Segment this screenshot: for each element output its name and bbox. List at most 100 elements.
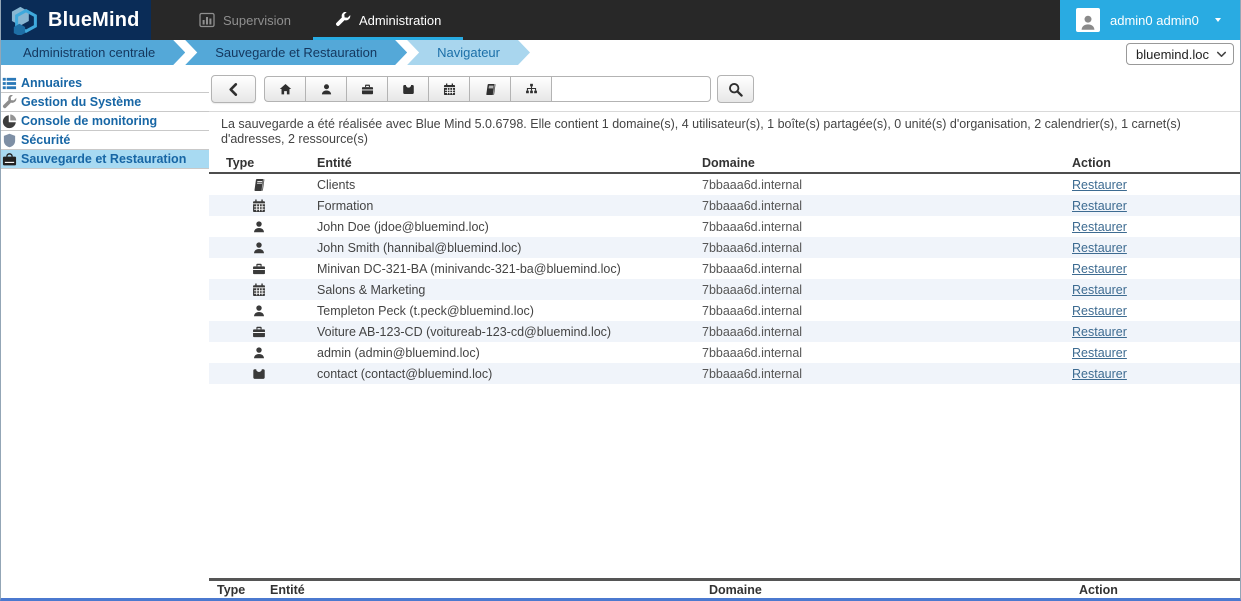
calendar-icon	[443, 83, 456, 96]
entity-cell: Templeton Peck (t.peck@bluemind.loc)	[309, 304, 694, 318]
domain-cell: 7bbaaa6d.internal	[694, 241, 1064, 255]
main-tabs: Supervision Administration	[177, 0, 463, 40]
breadcrumb-item-administration-centrale[interactable]: Administration centrale	[1, 40, 185, 65]
search-button[interactable]	[717, 75, 754, 103]
calendar-icon	[252, 283, 266, 297]
entity-cell: contact (contact@bluemind.loc)	[309, 367, 694, 381]
bar-chart-icon	[199, 12, 215, 28]
restore-link[interactable]: Restaurer	[1072, 241, 1127, 255]
user-icon	[252, 241, 266, 255]
back-button[interactable]	[211, 75, 256, 103]
sidebar-item-gestion-systeme[interactable]: Gestion du Système	[1, 93, 209, 112]
breadcrumb-item-navigateur[interactable]: Navigateur	[407, 40, 530, 65]
table-row: Minivan DC-321-BA (minivandc-321-ba@blue…	[209, 258, 1240, 279]
backup-info-message: La sauvegarde a été réalisée avec Blue M…	[209, 111, 1240, 153]
entity-cell: Minivan DC-321-BA (minivandc-321-ba@blue…	[309, 262, 694, 276]
breadcrumb: Administration centrale Sauvegarde et Re…	[1, 40, 1240, 65]
bluemind-admin-window: BlueMind Supervision Administration admi…	[0, 0, 1241, 601]
tab-label: Supervision	[223, 13, 291, 28]
user-icon	[252, 346, 266, 360]
browser-toolbar	[211, 75, 1240, 103]
restore-link[interactable]: Restaurer	[1072, 283, 1127, 297]
restore-link[interactable]: Restaurer	[1072, 199, 1127, 213]
restore-link[interactable]: Restaurer	[1072, 304, 1127, 318]
table-row: Templeton Peck (t.peck@bluemind.loc) 7bb…	[209, 300, 1240, 321]
domain-select-value: bluemind.loc	[1136, 47, 1209, 62]
domain-cell: 7bbaaa6d.internal	[694, 304, 1064, 318]
column-header-action: Action	[1071, 583, 1240, 597]
filter-domain-button[interactable]	[264, 76, 305, 102]
filter-calendar-button[interactable]	[428, 76, 469, 102]
column-header-type: Type	[209, 156, 309, 170]
chevron-left-icon	[226, 82, 241, 97]
domain-cell: 7bbaaa6d.internal	[694, 325, 1064, 339]
addressbook-icon	[252, 178, 266, 192]
entity-cell: Clients	[309, 178, 694, 192]
calendar-icon	[252, 199, 266, 213]
sidebar-item-sauvegarde-restauration[interactable]: Sauvegarde et Restauration	[1, 150, 209, 169]
domain-cell: 7bbaaa6d.internal	[694, 262, 1064, 276]
sidebar-item-label: Gestion du Système	[21, 95, 141, 109]
sidebar-item-label: Sauvegarde et Restauration	[21, 152, 186, 166]
column-header-domaine: Domaine	[694, 156, 1064, 170]
filter-resource-button[interactable]	[346, 76, 387, 102]
filter-mailshare-button[interactable]	[387, 76, 428, 102]
restore-link[interactable]: Restaurer	[1072, 178, 1127, 192]
entity-type-filter-group	[264, 76, 551, 102]
entity-cell: John Smith (hannibal@bluemind.loc)	[309, 241, 694, 255]
admin-sidebar: Annuaires Gestion du Système Console de …	[1, 65, 209, 598]
table-row: contact (contact@bluemind.loc) 7bbaaa6d.…	[209, 363, 1240, 384]
tab-supervision[interactable]: Supervision	[177, 0, 313, 40]
orgunit-icon	[525, 83, 538, 96]
sidebar-item-annuaires[interactable]: Annuaires	[1, 74, 209, 93]
table-row: Voiture AB-123-CD (voitureab-123-cd@blue…	[209, 321, 1240, 342]
domain-cell: 7bbaaa6d.internal	[694, 346, 1064, 360]
tab-administration[interactable]: Administration	[313, 0, 463, 40]
user-icon	[1079, 14, 1097, 32]
backup-icon	[2, 152, 17, 167]
briefcase-icon	[361, 83, 374, 96]
sidebar-item-label: Annuaires	[21, 76, 82, 90]
column-header-domaine: Domaine	[701, 583, 1071, 597]
table-row: Clients 7bbaaa6d.internal Restaurer	[209, 174, 1240, 195]
tab-label: Administration	[359, 13, 441, 28]
table-row: Formation 7bbaaa6d.internal Restaurer	[209, 195, 1240, 216]
breadcrumb-item-sauvegarde-restauration[interactable]: Sauvegarde et Restauration	[185, 40, 407, 65]
bluemind-logo[interactable]: BlueMind	[1, 0, 151, 40]
backup-entities-table: Clients 7bbaaa6d.internal Restaurer Form…	[209, 174, 1240, 384]
table-row: Salons & Marketing 7bbaaa6d.internal Res…	[209, 279, 1240, 300]
user-name: admin0 admin0	[1110, 13, 1199, 28]
filter-addressbook-button[interactable]	[469, 76, 510, 102]
domain-cell: 7bbaaa6d.internal	[694, 220, 1064, 234]
user-menu[interactable]: admin0 admin0	[1060, 0, 1240, 40]
domain-cell: 7bbaaa6d.internal	[694, 199, 1064, 213]
sidebar-item-label: Console de monitoring	[21, 114, 157, 128]
caret-down-icon	[1213, 16, 1223, 24]
domain-cell: 7bbaaa6d.internal	[694, 178, 1064, 192]
top-bar: BlueMind Supervision Administration admi…	[1, 0, 1240, 40]
sidebar-item-securite[interactable]: Sécurité	[1, 131, 209, 150]
shield-icon	[2, 133, 17, 148]
restore-link[interactable]: Restaurer	[1072, 220, 1127, 234]
directory-icon	[2, 76, 17, 91]
domain-select[interactable]: bluemind.loc	[1126, 43, 1234, 65]
filter-orgunit-button[interactable]	[510, 76, 551, 102]
filter-user-button[interactable]	[305, 76, 346, 102]
domain-cell: 7bbaaa6d.internal	[694, 367, 1064, 381]
restore-link[interactable]: Restaurer	[1072, 262, 1127, 276]
briefcase-icon	[252, 262, 266, 276]
entity-cell: John Doe (jdoe@bluemind.loc)	[309, 220, 694, 234]
restore-link[interactable]: Restaurer	[1072, 367, 1127, 381]
search-input[interactable]	[551, 76, 711, 102]
domain-cell: 7bbaaa6d.internal	[694, 283, 1064, 297]
table-header: Type Entité Domaine Action	[209, 153, 1240, 174]
chevron-down-icon	[1216, 49, 1227, 60]
addressbook-icon	[484, 83, 497, 96]
briefcase-icon	[252, 325, 266, 339]
restore-link[interactable]: Restaurer	[1072, 325, 1127, 339]
restore-link[interactable]: Restaurer	[1072, 346, 1127, 360]
home-icon	[279, 83, 292, 96]
sidebar-item-console-monitoring[interactable]: Console de monitoring	[1, 112, 209, 131]
pie-chart-icon	[2, 114, 17, 129]
entity-cell: Voiture AB-123-CD (voitureab-123-cd@blue…	[309, 325, 694, 339]
